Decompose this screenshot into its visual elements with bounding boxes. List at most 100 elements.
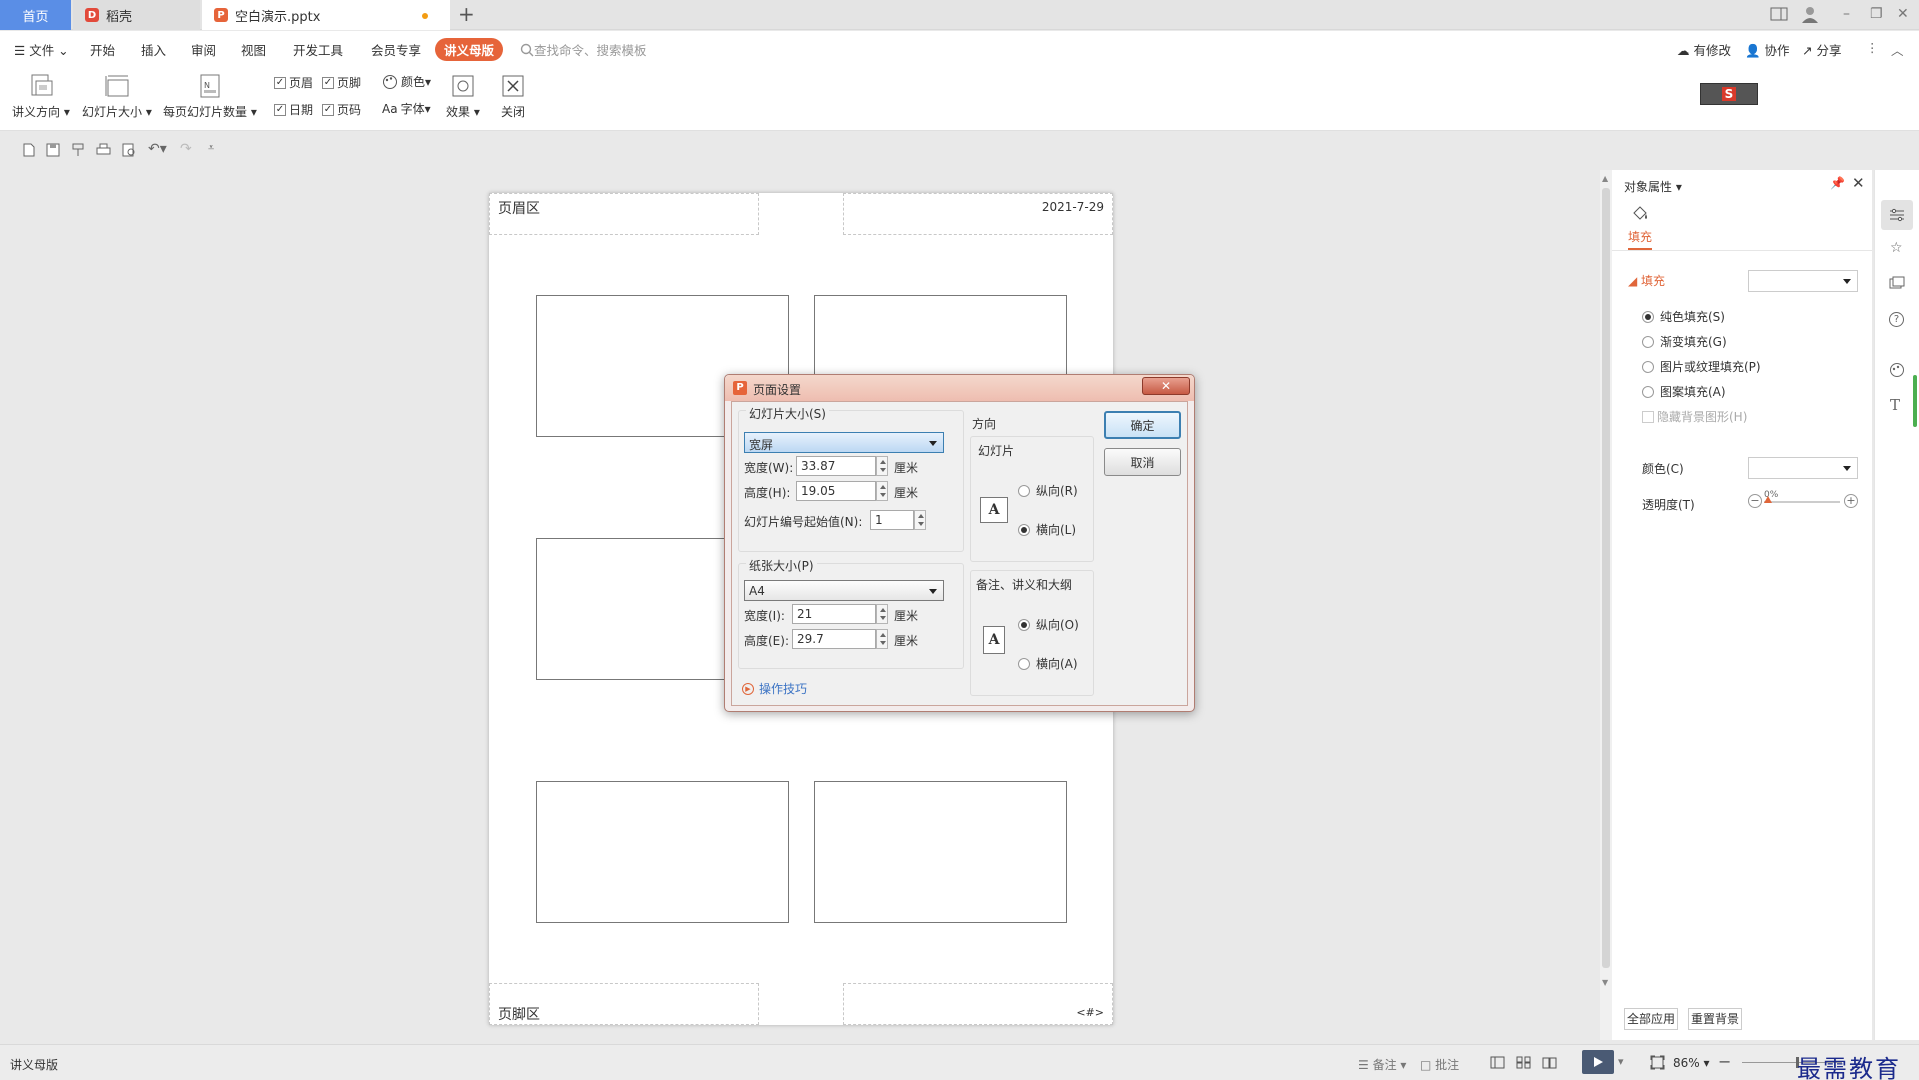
menu-member[interactable]: 会员专享 <box>371 40 421 59</box>
new-file-icon[interactable] <box>22 143 36 157</box>
share-button[interactable]: ↗ 分享 <box>1802 40 1841 59</box>
scroll-thumb[interactable] <box>1602 188 1610 968</box>
play-slideshow-button[interactable] <box>1582 1050 1614 1074</box>
scroll-up-icon[interactable]: ▲ <box>1602 174 1608 183</box>
effects-button[interactable]: 效果 ▾ <box>446 73 480 120</box>
color-dropdown[interactable] <box>1748 457 1858 479</box>
picture-fill-radio[interactable]: 图片或纹理填充(P) <box>1642 358 1761 375</box>
page-number-checkbox[interactable]: ✓ 页码 <box>322 101 361 118</box>
text-tool-icon[interactable]: T <box>1890 396 1900 414</box>
layout-icon[interactable] <box>1770 6 1788 22</box>
paper-height-input[interactable]: 29.7 <box>792 629 876 649</box>
reading-view-icon[interactable] <box>1542 1056 1557 1069</box>
avatar[interactable] <box>1800 4 1820 24</box>
date-placeholder[interactable]: 2021-7-29 <box>843 193 1113 235</box>
help-icon[interactable]: ? <box>1889 312 1904 327</box>
new-tab-button[interactable]: + <box>458 4 475 24</box>
undo-icon[interactable]: ↶▾ <box>148 141 167 157</box>
menu-review[interactable]: 审阅 <box>191 40 216 59</box>
tab-home[interactable]: 首页 <box>0 0 71 30</box>
slider-handle[interactable] <box>1764 496 1772 503</box>
paper-size-dropdown[interactable]: A4 <box>744 580 944 601</box>
print-preview-icon[interactable] <box>122 143 137 157</box>
fonts-button[interactable]: Aa 字体 ▾ <box>382 100 431 117</box>
collab-button[interactable]: 👤 协作 <box>1745 40 1790 59</box>
start-number-input[interactable]: 1 <box>870 510 914 530</box>
gradient-fill-radio[interactable]: 渐变填充(G) <box>1642 333 1727 350</box>
fit-window-icon[interactable] <box>1650 1055 1665 1070</box>
slide-portrait-radio[interactable]: 纵向(R) <box>1018 482 1078 499</box>
paper-height-spinner[interactable] <box>876 629 888 649</box>
collapse-ribbon-icon[interactable]: ︿ <box>1891 40 1904 59</box>
tips-link[interactable]: ▶ 操作技巧 <box>742 680 807 697</box>
vertical-scrollbar[interactable]: ▲ ▼ <box>1600 170 1612 1040</box>
slides-per-page-button[interactable]: N 每页幻灯片数量 ▾ <box>163 73 257 120</box>
menu-start[interactable]: 开始 <box>90 40 115 59</box>
transparency-slider[interactable] <box>1764 501 1840 503</box>
animation-tool-icon[interactable]: ☆ <box>1890 240 1903 256</box>
more-icon[interactable]: ⋮ <box>1866 40 1879 55</box>
hide-background-checkbox[interactable]: 隐藏背景图形(H) <box>1642 408 1747 425</box>
wps-assistant-badge[interactable]: S <box>1700 83 1758 105</box>
panel-close-icon[interactable]: ✕ <box>1852 174 1865 192</box>
menu-insert[interactable]: 插入 <box>141 40 166 59</box>
slide-thumbnail-6[interactable] <box>814 781 1067 923</box>
solid-fill-radio[interactable]: 纯色填充(S) <box>1642 308 1725 325</box>
notes-landscape-radio[interactable]: 横向(A) <box>1018 655 1078 672</box>
close-window-button[interactable]: ✕ <box>1897 6 1909 22</box>
changes-button[interactable]: ☁ 有修改 <box>1677 40 1731 59</box>
side-scroll-indicator[interactable] <box>1913 375 1917 427</box>
header-placeholder[interactable]: 页眉区 <box>489 193 759 235</box>
menu-handout-master[interactable]: 讲义母版 <box>435 38 504 61</box>
menu-view[interactable]: 视图 <box>241 40 266 59</box>
handout-orientation-button[interactable]: 讲义方向 ▾ <box>12 73 70 120</box>
pin-icon[interactable]: 📌 <box>1830 176 1845 190</box>
file-menu[interactable]: ☰ 文件 ⌄ <box>14 40 69 59</box>
reset-background-button[interactable]: 重置背景 <box>1688 1008 1742 1030</box>
apply-all-button[interactable]: 全部应用 <box>1624 1008 1678 1030</box>
width-spinner[interactable] <box>876 456 888 476</box>
height-spinner[interactable] <box>876 481 888 501</box>
redo-icon[interactable]: ↷ <box>180 141 192 157</box>
notes-button[interactable]: ☰ 备注 ▾ <box>1358 1056 1406 1073</box>
tab-fill[interactable]: 填充 <box>1628 228 1653 250</box>
transparency-increase-button[interactable]: + <box>1844 494 1858 508</box>
slideshow-options-icon[interactable]: ▾ <box>1618 1055 1624 1068</box>
sorter-view-icon[interactable] <box>1516 1056 1531 1069</box>
paper-width-spinner[interactable] <box>876 604 888 624</box>
print-icon[interactable] <box>96 143 111 157</box>
tab-daoke[interactable]: D 稻壳 <box>73 0 200 30</box>
slide-thumbnail-5[interactable] <box>536 781 789 923</box>
pattern-fill-radio[interactable]: 图案填充(A) <box>1642 383 1726 400</box>
slide-size-dropdown[interactable]: 宽屏 <box>744 432 944 453</box>
design-tool-icon[interactable] <box>1889 362 1905 378</box>
notes-portrait-radio[interactable]: 纵向(O) <box>1018 616 1079 633</box>
transparency-decrease-button[interactable]: − <box>1748 494 1762 508</box>
start-number-spinner[interactable] <box>914 510 926 530</box>
close-master-button[interactable]: 关闭 <box>500 73 526 120</box>
save-icon[interactable] <box>46 143 60 157</box>
scroll-down-icon[interactable]: ▼ <box>1602 978 1608 987</box>
dialog-title-bar[interactable]: P 页面设置 ✕ <box>725 375 1194 401</box>
comments-button[interactable]: □ 批注 <box>1420 1056 1459 1073</box>
slide-landscape-radio[interactable]: 横向(L) <box>1018 521 1076 538</box>
menu-developer[interactable]: 开发工具 <box>293 40 343 59</box>
customize-toolbar-icon[interactable]: ⩡ <box>208 141 214 155</box>
panel-title[interactable]: 对象属性 ▾ <box>1624 178 1682 195</box>
paper-width-input[interactable]: 21 <box>792 604 876 624</box>
ok-button[interactable]: 确定 <box>1104 411 1181 439</box>
tab-document[interactable]: P 空白演示.pptx <box>202 0 450 30</box>
footer-checkbox[interactable]: ✓ 页脚 <box>322 74 361 91</box>
width-input[interactable]: 33.87 <box>796 456 876 476</box>
fill-section-toggle[interactable]: ◢ 填充 <box>1628 272 1665 289</box>
height-input[interactable]: 19.05 <box>796 481 876 501</box>
colors-button[interactable]: 颜色 ▾ <box>382 73 431 90</box>
cancel-button[interactable]: 取消 <box>1104 448 1181 476</box>
fill-type-dropdown[interactable] <box>1748 270 1858 292</box>
minimize-button[interactable]: – <box>1843 6 1850 22</box>
footer-placeholder[interactable]: 页脚区 <box>489 983 759 1025</box>
date-checkbox[interactable]: ✓ 日期 <box>274 101 313 118</box>
restore-button[interactable]: ❐ <box>1870 6 1883 22</box>
format-painter-icon[interactable] <box>71 143 85 157</box>
page-number-placeholder[interactable]: <#> <box>843 983 1113 1025</box>
